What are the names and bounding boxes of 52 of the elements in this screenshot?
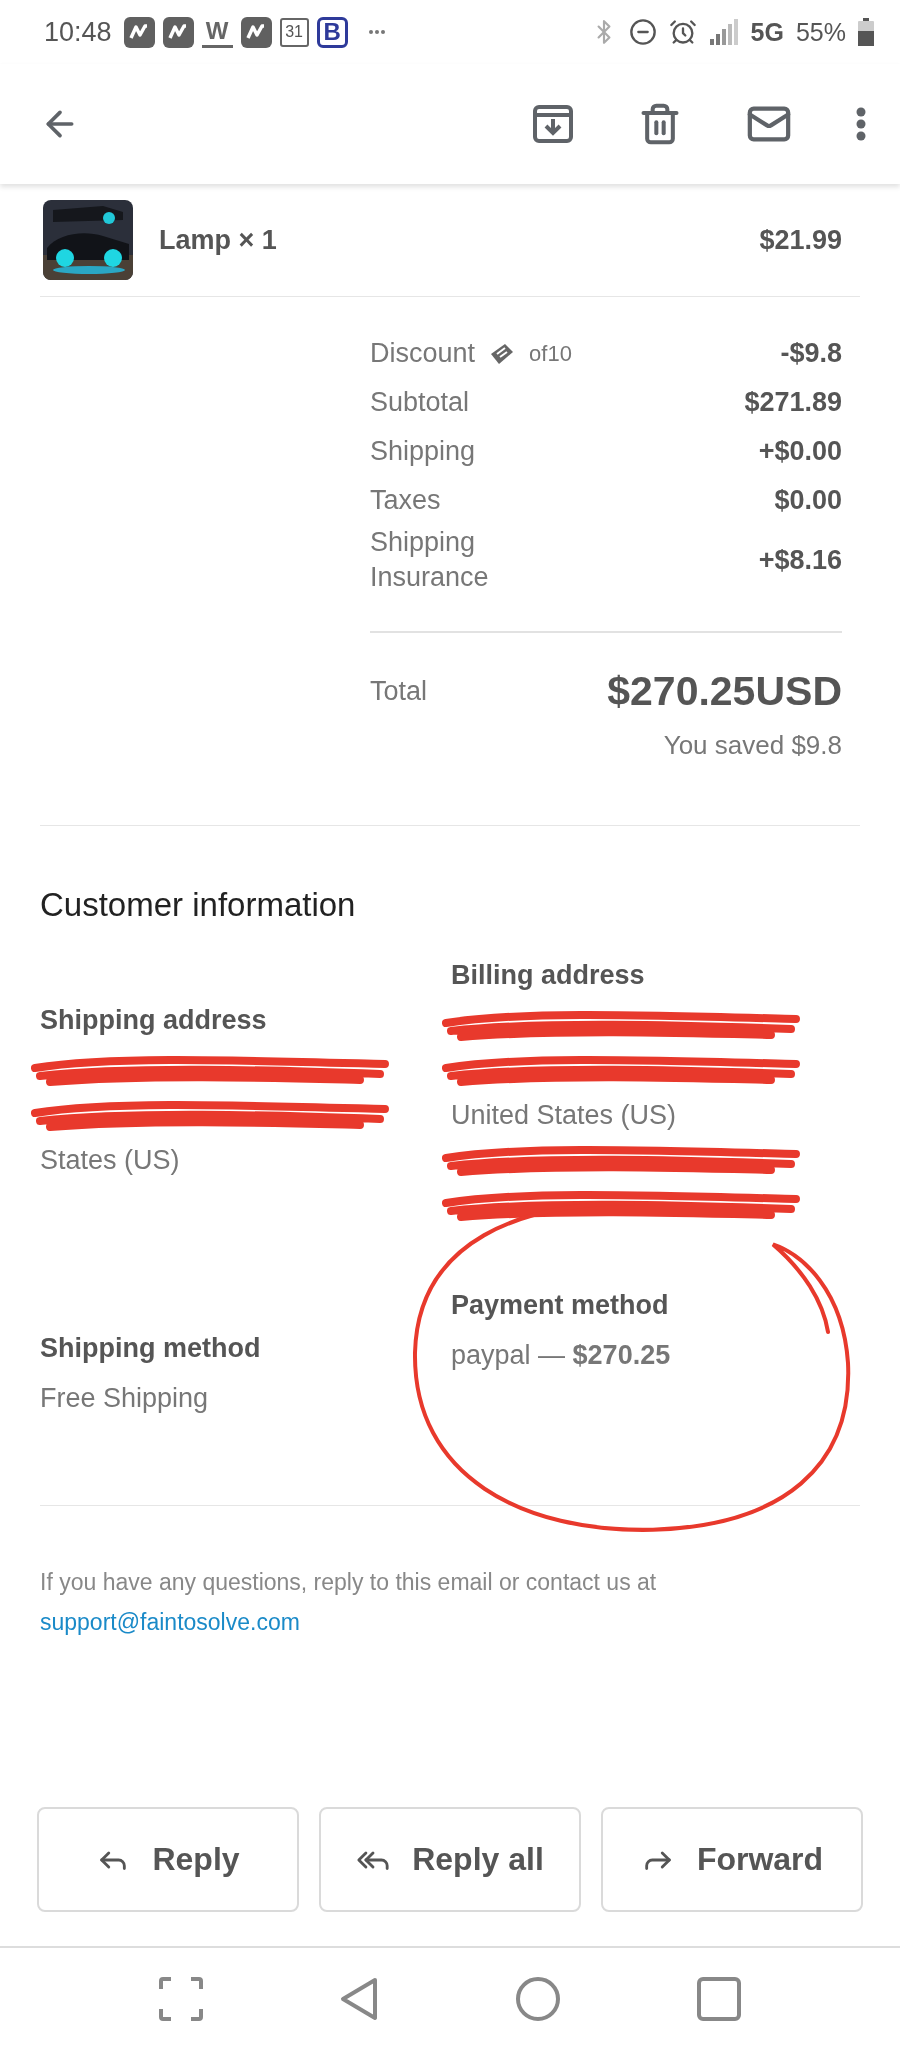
savings-text: You saved $9.8 — [663, 730, 842, 762]
do-not-disturb-icon — [628, 18, 657, 46]
section-heading: Shipping method — [40, 1333, 262, 1365]
payment-method: paypal — $270.25 — [451, 1339, 672, 1373]
address-line: United States (US) — [451, 1099, 678, 1133]
action-button[interactable]: Reply all — [319, 1807, 581, 1912]
total-label: Shipping Insurance — [370, 526, 490, 595]
status-time: 10:48 — [44, 16, 112, 48]
action-button[interactable]: Forward — [601, 1807, 863, 1912]
section-title: Customer information — [40, 886, 357, 925]
coupon-code: of10 — [529, 340, 572, 367]
support-email-link[interactable]: support@faintosolve.com — [40, 1609, 300, 1636]
footer-text: If you have any questions, reply to this email or contact us at support@faintosolve.com — [40, 1568, 658, 1638]
signal-icon — [708, 19, 739, 45]
network-label: 5G — [750, 17, 784, 47]
recents-button[interactable] — [697, 1977, 741, 2021]
notification-icon — [240, 16, 272, 48]
more-icon — [367, 29, 386, 35]
total-label: Shipping — [370, 434, 476, 468]
notification-icon: B — [316, 16, 348, 48]
product-price: $21.99 — [759, 224, 842, 256]
notification-icon — [123, 16, 155, 48]
menu-icon — [856, 107, 866, 141]
calendar-icon: 31 — [279, 17, 309, 47]
battery-percent: 55% — [795, 17, 846, 47]
home-button[interactable] — [515, 1976, 561, 2022]
alarm-icon — [668, 18, 697, 46]
shipping-method: Free Shipping — [40, 1382, 210, 1416]
product-name: Lamp × 1 — [159, 224, 278, 256]
total-label: Discount — [370, 336, 476, 370]
ticket-icon — [489, 341, 516, 366]
total-value: +$8.16 — [758, 544, 842, 576]
action-button[interactable]: Reply — [37, 1807, 299, 1912]
archive-icon — [532, 103, 574, 145]
total-label: Taxes — [370, 483, 441, 517]
address-line: States (US) — [40, 1144, 181, 1178]
section-heading: Shipping address — [40, 1005, 268, 1037]
back-nav-button[interactable] — [339, 1976, 379, 2022]
archive-button[interactable] — [532, 103, 574, 145]
grand-total: $270.25USD — [607, 668, 842, 716]
menu-button[interactable] — [856, 107, 866, 141]
section-heading: Payment method — [451, 1290, 670, 1322]
section-heading: Billing address — [451, 960, 646, 992]
total-label: Total — [370, 675, 428, 709]
total-value: $271.89 — [744, 387, 842, 418]
screenshot-button[interactable] — [159, 1977, 203, 2021]
notification-icon — [162, 16, 194, 48]
total-value: +$0.00 — [758, 436, 842, 467]
total-value: $0.00 — [774, 485, 842, 516]
total-value: -$9.8 — [780, 338, 842, 369]
battery-icon — [858, 18, 874, 46]
total-label: Subtotal — [370, 385, 470, 419]
